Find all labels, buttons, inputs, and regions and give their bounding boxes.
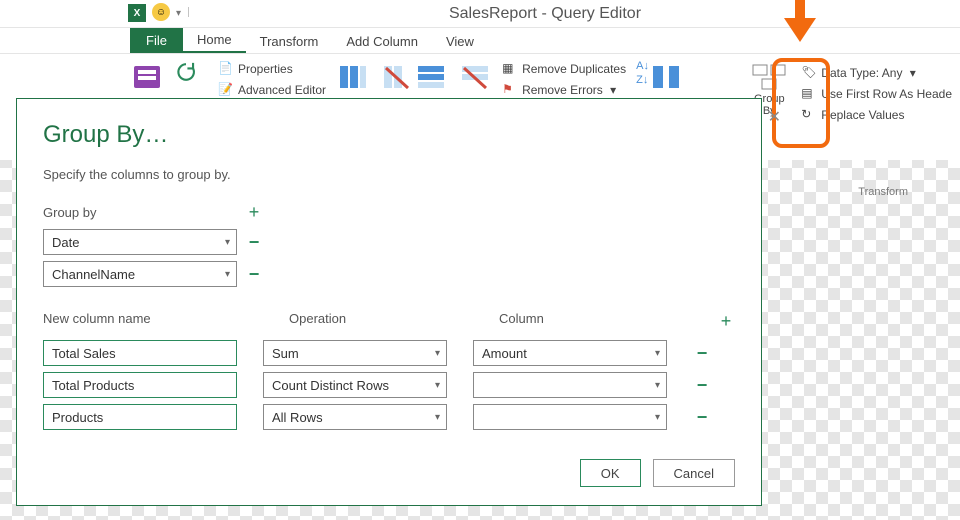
tab-transform[interactable]: Transform <box>246 30 333 53</box>
agg-header-op: Operation <box>289 311 473 332</box>
dialog-title: Group By… <box>43 121 735 149</box>
agg-col-1-dropdown[interactable]: Amount <box>473 340 667 366</box>
ribbon-group-split <box>649 54 683 94</box>
data-type-icon: 🏷 <box>801 65 817 81</box>
group-column-1-dropdown[interactable]: Date <box>43 229 237 255</box>
quick-access-dropdown[interactable]: ▾ ｜ <box>176 4 194 19</box>
choose-columns-icon[interactable] <box>336 60 370 94</box>
group-column-1-value: Date <box>52 235 79 250</box>
remove-errors-button[interactable]: ⚑ Remove Errors ▾ <box>502 81 626 99</box>
agg-name-1-input[interactable] <box>43 340 237 366</box>
properties-label: Properties <box>238 62 293 76</box>
add-aggregation-button[interactable]: + <box>717 311 735 332</box>
cancel-button[interactable]: Cancel <box>653 459 735 487</box>
ribbon-group-sort: A↓ Z↓ <box>636 54 649 86</box>
agg-op-1-value: Sum <box>272 346 299 361</box>
transform-group-label: Transform <box>858 186 908 198</box>
remove-group-column-2-button[interactable]: − <box>245 264 263 285</box>
properties-icon: 📄 <box>218 61 234 77</box>
remove-agg-1-button[interactable]: − <box>693 343 711 364</box>
excel-logo-icon: X <box>128 4 146 22</box>
use-first-row-label: Use First Row As Heade <box>821 87 952 101</box>
close-load-icon[interactable] <box>130 60 164 94</box>
tab-add-column[interactable]: Add Column <box>332 30 432 53</box>
replace-values-label: Replace Values <box>821 108 904 122</box>
properties-button[interactable]: 📄 Properties <box>218 60 326 78</box>
group-column-2-dropdown[interactable]: ChannelName <box>43 261 237 287</box>
ribbon-group-rows <box>414 54 492 94</box>
agg-col-3-dropdown[interactable] <box>473 404 667 430</box>
remove-agg-2-button[interactable]: − <box>693 375 711 396</box>
ribbon-tabs: File Home Transform Add Column View <box>0 28 960 54</box>
agg-name-3-input[interactable] <box>43 404 237 430</box>
ok-button[interactable]: OK <box>580 459 641 487</box>
remove-columns-icon[interactable] <box>380 60 414 94</box>
agg-op-3-value: All Rows <box>272 410 323 425</box>
tab-view[interactable]: View <box>432 30 488 53</box>
replace-values-icon: ↻ <box>801 107 817 123</box>
remove-group-column-1-button[interactable]: − <box>245 232 263 253</box>
smiley-icon[interactable]: ☺ <box>152 3 170 21</box>
group-by-dialog: ✕ Group By… Specify the columns to group… <box>16 98 762 506</box>
advanced-editor-icon: 📝 <box>218 82 234 98</box>
advanced-editor-label: Advanced Editor <box>238 83 326 97</box>
group-column-2-value: ChannelName <box>52 267 135 282</box>
group-by-label: Group by <box>43 205 237 220</box>
agg-op-2-value: Count Distinct Rows <box>272 378 389 393</box>
advanced-editor-button[interactable]: 📝 Advanced Editor <box>218 81 326 99</box>
window-title: SalesReport - Query Editor <box>449 5 641 23</box>
split-column-icon[interactable] <box>649 60 683 94</box>
sort-asc-icon[interactable]: A↓ <box>636 60 649 72</box>
agg-col-2-dropdown[interactable] <box>473 372 667 398</box>
title-bar: X ☺ ▾ ｜ SalesReport - Query Editor <box>0 0 960 28</box>
agg-name-2-input[interactable] <box>43 372 237 398</box>
group-by-icon <box>751 63 787 91</box>
remove-duplicates-icon: ▦ <box>502 61 518 77</box>
replace-values-button[interactable]: ↻ Replace Values <box>801 106 952 124</box>
remove-duplicates-label: Remove Duplicates <box>522 62 626 76</box>
remove-rows-icon[interactable] <box>458 60 492 94</box>
sort-desc-icon[interactable]: Z↓ <box>636 74 649 86</box>
remove-agg-3-button[interactable]: − <box>693 407 711 428</box>
agg-op-3-dropdown[interactable]: All Rows <box>263 404 447 430</box>
tab-file[interactable]: File <box>130 28 183 53</box>
dialog-close-button[interactable]: ✕ <box>768 107 781 127</box>
data-type-label: Data Type: Any <box>821 66 902 80</box>
use-first-row-button[interactable]: ▤ Use First Row As Heade <box>801 85 952 103</box>
data-type-dropdown[interactable]: 🏷 Data Type: Any ▾ <box>801 64 952 82</box>
dialog-subtitle: Specify the columns to group by. <box>43 167 735 182</box>
agg-header-col: Column <box>499 311 691 332</box>
first-row-header-icon: ▤ <box>801 86 817 102</box>
agg-header-name: New column name <box>43 311 237 332</box>
ribbon-group-columns <box>336 54 414 94</box>
refresh-icon[interactable] <box>174 60 198 84</box>
remove-errors-icon: ⚑ <box>502 82 518 98</box>
remove-duplicates-button[interactable]: ▦ Remove Duplicates <box>502 60 626 78</box>
agg-op-2-dropdown[interactable]: Count Distinct Rows <box>263 372 447 398</box>
remove-errors-label: Remove Errors <box>522 83 603 97</box>
keep-rows-icon[interactable] <box>414 60 448 94</box>
ribbon-group-query <box>164 54 208 90</box>
agg-op-1-dropdown[interactable]: Sum <box>263 340 447 366</box>
tab-home[interactable]: Home <box>183 28 246 53</box>
ribbon-group-close-load <box>130 54 164 94</box>
add-group-column-button[interactable]: + <box>245 202 263 223</box>
agg-col-1-value: Amount <box>482 346 527 361</box>
